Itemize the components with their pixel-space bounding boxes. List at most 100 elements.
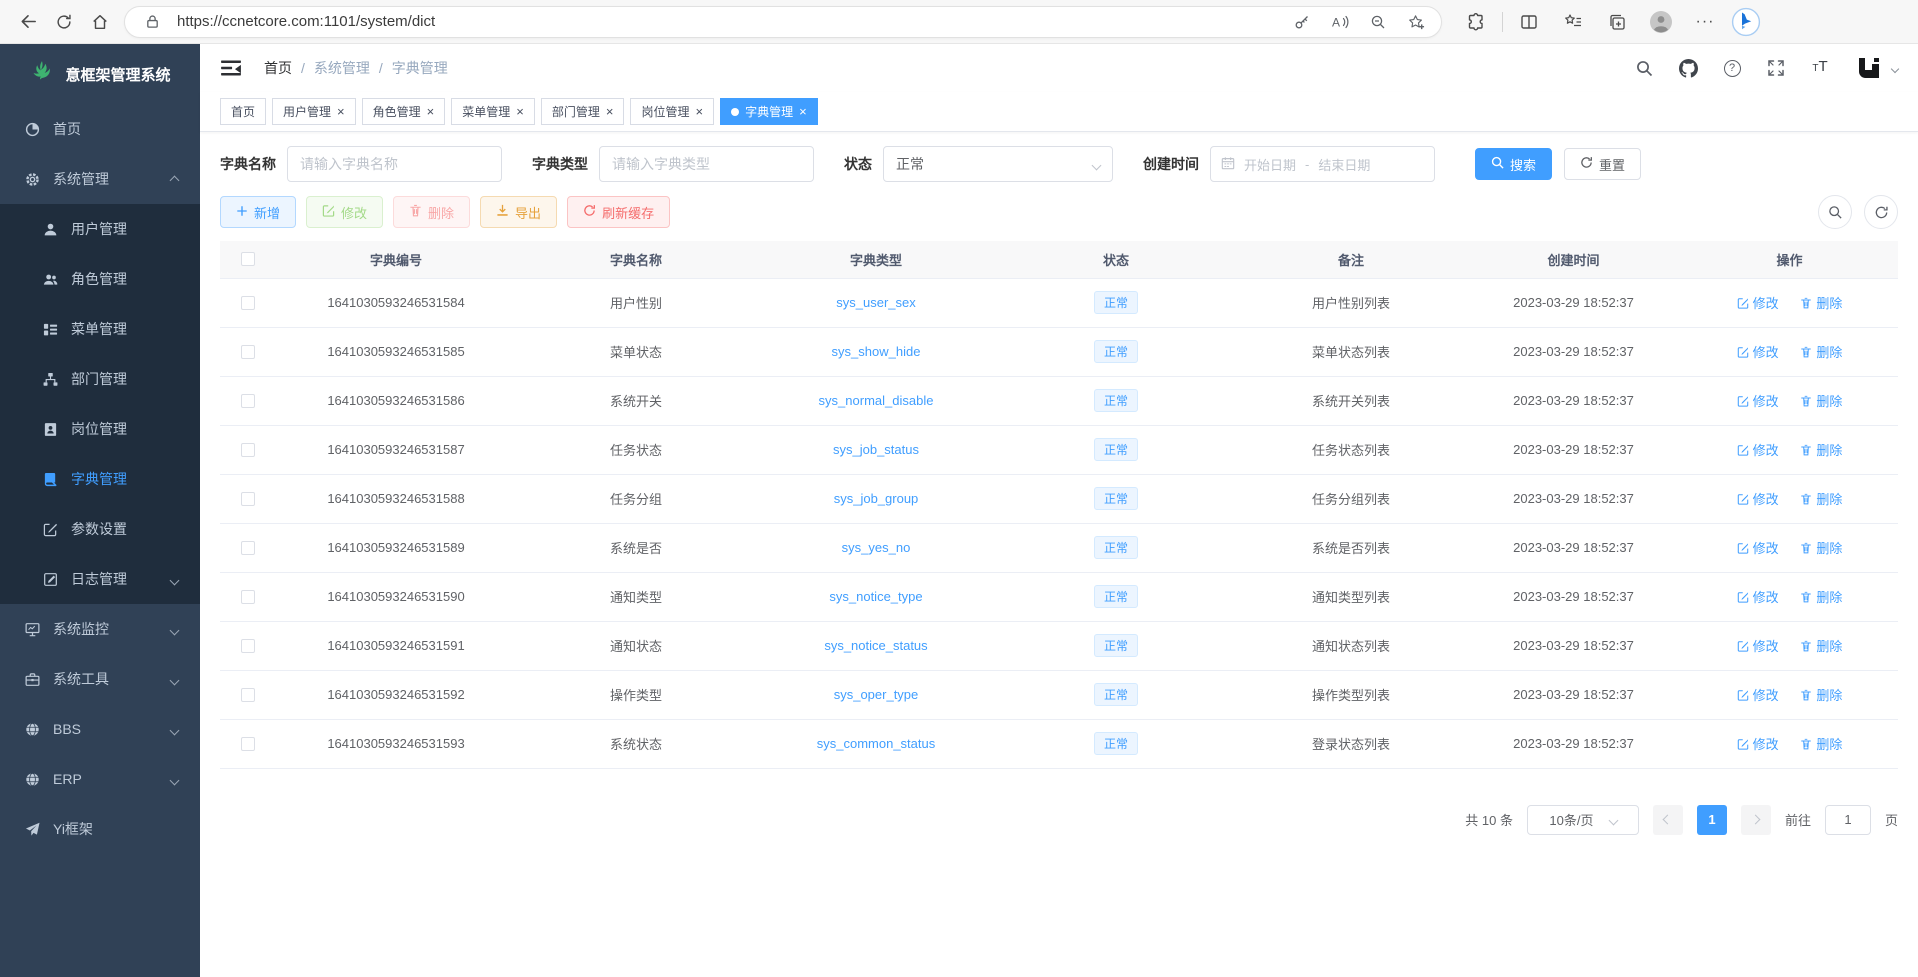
show-search-toggle[interactable] [1818, 195, 1852, 229]
collapse-sidebar-icon[interactable] [220, 57, 242, 79]
row-delete-link[interactable]: 删除 [1800, 587, 1842, 606]
zoom-out-icon[interactable] [1365, 9, 1391, 35]
user-avatar[interactable] [1854, 53, 1898, 83]
reset-button[interactable]: 重置 [1564, 148, 1641, 180]
row-delete-link[interactable]: 删除 [1800, 440, 1842, 459]
row-delete-link[interactable]: 删除 [1800, 734, 1842, 753]
status-select[interactable]: 正常 [883, 146, 1113, 182]
dict-type-link[interactable]: sys_normal_disable [819, 393, 934, 408]
home-icon[interactable] [82, 5, 118, 39]
dict-type-link[interactable]: sys_common_status [817, 736, 936, 751]
sidebar-item[interactable]: 岗位管理 [0, 404, 200, 454]
sidebar-item[interactable]: 部门管理 [0, 354, 200, 404]
sidebar-item[interactable]: 菜单管理 [0, 304, 200, 354]
row-edit-link[interactable]: 修改 [1737, 440, 1779, 459]
password-key-icon[interactable] [1289, 9, 1315, 35]
address-bar[interactable]: https://ccnetcore.com:1101/system/dict A [124, 6, 1442, 38]
search-button[interactable]: 搜索 [1475, 148, 1552, 180]
sidebar-item[interactable]: 用户管理 [0, 204, 200, 254]
row-edit-link[interactable]: 修改 [1737, 293, 1779, 312]
edit-button[interactable]: 修改 [306, 196, 383, 228]
row-delete-link[interactable]: 删除 [1800, 293, 1842, 312]
row-edit-link[interactable]: 修改 [1737, 538, 1779, 557]
row-checkbox[interactable] [241, 737, 255, 751]
sidebar-item[interactable]: Yi框架 [0, 804, 200, 854]
export-button[interactable]: 导出 [480, 196, 557, 228]
prev-page-button[interactable] [1653, 805, 1683, 835]
date-range-picker[interactable]: 开始日期 - 结束日期 [1210, 146, 1435, 182]
add-button[interactable]: 新增 [220, 196, 296, 228]
close-icon[interactable]: × [606, 105, 614, 118]
favorite-star-icon[interactable] [1403, 9, 1429, 35]
sidebar-item[interactable]: 角色管理 [0, 254, 200, 304]
dict-type-link[interactable]: sys_job_group [834, 491, 919, 506]
row-edit-link[interactable]: 修改 [1737, 587, 1779, 606]
close-icon[interactable]: × [427, 105, 435, 118]
row-checkbox[interactable] [241, 492, 255, 506]
row-checkbox[interactable] [241, 296, 255, 310]
row-edit-link[interactable]: 修改 [1737, 636, 1779, 655]
dict-type-input[interactable] [599, 146, 814, 182]
page-size-select[interactable]: 10条/页 [1527, 805, 1639, 835]
breadcrumb-item[interactable]: 首页 [264, 58, 292, 78]
close-icon[interactable]: × [799, 105, 807, 118]
bing-chat-icon[interactable] [1731, 7, 1761, 37]
sidebar-item[interactable]: 系统工具 [0, 654, 200, 704]
collections-icon[interactable] [1599, 5, 1635, 39]
row-delete-link[interactable]: 删除 [1800, 538, 1842, 557]
favorites-bar-icon[interactable] [1555, 5, 1591, 39]
select-all-checkbox[interactable] [241, 252, 255, 266]
close-icon[interactable]: × [337, 105, 345, 118]
row-edit-link[interactable]: 修改 [1737, 734, 1779, 753]
settings-more-icon[interactable]: ··· [1687, 5, 1723, 39]
row-delete-link[interactable]: 删除 [1800, 685, 1842, 704]
github-icon[interactable] [1678, 58, 1698, 78]
dict-type-link[interactable]: sys_job_status [833, 442, 919, 457]
close-icon[interactable]: × [695, 105, 703, 118]
sidebar-item[interactable]: 系统监控 [0, 604, 200, 654]
search-icon[interactable] [1634, 58, 1654, 78]
breadcrumb-item[interactable]: 字典管理 [392, 58, 448, 78]
sidebar-item[interactable]: 参数设置 [0, 504, 200, 554]
split-screen-icon[interactable] [1511, 5, 1547, 39]
tab[interactable]: 部门管理 × [541, 98, 625, 125]
dict-name-input[interactable] [287, 146, 502, 182]
breadcrumb-item[interactable]: 系统管理 [314, 58, 370, 78]
tab[interactable]: 角色管理 × [362, 98, 446, 125]
refresh-icon[interactable] [46, 5, 82, 39]
row-checkbox[interactable] [241, 345, 255, 359]
sidebar-item[interactable]: 系统管理 [0, 154, 200, 204]
row-edit-link[interactable]: 修改 [1737, 489, 1779, 508]
next-page-button[interactable] [1741, 805, 1771, 835]
back-icon[interactable] [10, 5, 46, 39]
row-checkbox[interactable] [241, 688, 255, 702]
sidebar-item[interactable]: 日志管理 [0, 554, 200, 604]
read-aloud-icon[interactable]: A [1327, 9, 1353, 35]
font-size-icon[interactable]: TT [1810, 58, 1830, 78]
row-edit-link[interactable]: 修改 [1737, 685, 1779, 704]
row-edit-link[interactable]: 修改 [1737, 391, 1779, 410]
tab[interactable]: 菜单管理 × [451, 98, 535, 125]
extensions-icon[interactable] [1458, 5, 1494, 39]
profile-avatar[interactable] [1643, 5, 1679, 39]
tab[interactable]: 首页 [220, 98, 266, 125]
dict-type-link[interactable]: sys_yes_no [842, 540, 911, 555]
help-icon[interactable]: ? [1722, 58, 1742, 78]
dict-type-link[interactable]: sys_notice_type [829, 589, 922, 604]
row-delete-link[interactable]: 删除 [1800, 636, 1842, 655]
sidebar-item[interactable]: 字典管理 [0, 454, 200, 504]
row-edit-link[interactable]: 修改 [1737, 342, 1779, 361]
tab[interactable]: 岗位管理 × [630, 98, 714, 125]
dict-type-link[interactable]: sys_user_sex [836, 295, 915, 310]
current-page[interactable]: 1 [1697, 805, 1727, 835]
close-icon[interactable]: × [516, 105, 524, 118]
row-delete-link[interactable]: 删除 [1800, 342, 1842, 361]
refresh-table-button[interactable] [1864, 195, 1898, 229]
fullscreen-icon[interactable] [1766, 58, 1786, 78]
row-checkbox[interactable] [241, 639, 255, 653]
goto-page-input[interactable] [1825, 805, 1871, 835]
row-checkbox[interactable] [241, 394, 255, 408]
tab[interactable]: 用户管理 × [272, 98, 356, 125]
app-logo[interactable]: 意框架管理系统 [0, 44, 200, 104]
tab[interactable]: 字典管理 × [720, 98, 818, 125]
